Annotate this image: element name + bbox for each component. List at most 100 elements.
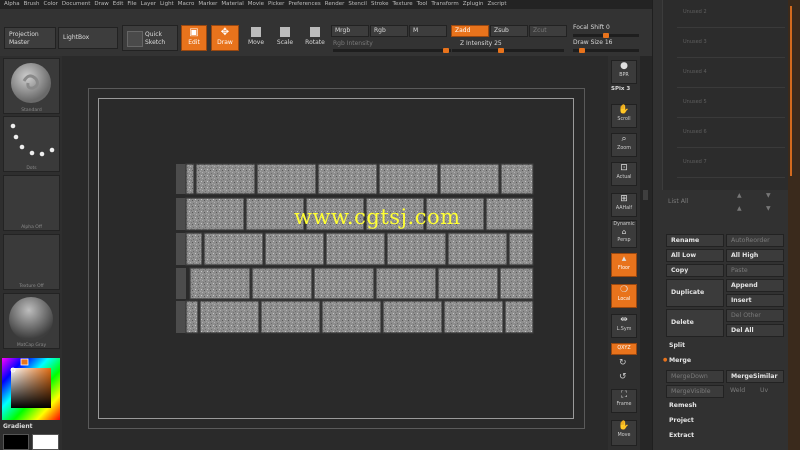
material-thumbnail[interactable]: MatCap Gray bbox=[3, 293, 60, 349]
split-menu[interactable]: Split bbox=[669, 342, 685, 349]
alpha-thumbnail[interactable]: Alpha Off bbox=[3, 175, 60, 231]
zoom-button[interactable]: ⌕ Zoom bbox=[611, 133, 637, 157]
menu-item[interactable]: Document bbox=[62, 0, 91, 9]
brick-wall-model[interactable] bbox=[176, 162, 534, 334]
append-button[interactable]: Append bbox=[726, 279, 784, 292]
list-all-button[interactable]: List All bbox=[668, 198, 688, 205]
persp-button[interactable]: Dynamic ⌂ Persp bbox=[611, 220, 637, 248]
menu-item[interactable]: Picker bbox=[268, 0, 284, 9]
rgb-intensity-slider[interactable]: Rgb Intensity bbox=[333, 40, 451, 53]
local-button[interactable]: ❍ Local bbox=[611, 284, 637, 308]
menu-item[interactable]: Transform bbox=[431, 0, 458, 9]
rotate-button[interactable]: Rotate bbox=[304, 27, 326, 46]
all-low-button[interactable]: All Low bbox=[666, 249, 724, 262]
mrgb-button[interactable]: Mrgb bbox=[331, 25, 369, 37]
actual-button[interactable]: ⊡ Actual bbox=[611, 162, 637, 186]
menu-item[interactable]: Stroke bbox=[371, 0, 389, 9]
merge-similar-button[interactable]: MergeSimilar bbox=[726, 370, 784, 383]
insert-button[interactable]: Insert bbox=[726, 294, 784, 307]
rotate-y-icon[interactable]: ↻ bbox=[619, 358, 627, 368]
floor-button[interactable]: ▴ Floor bbox=[611, 253, 637, 277]
quick-sketch-button[interactable]: Quick Sketch bbox=[122, 25, 178, 51]
aahalf-button[interactable]: ⊞ AAHalf bbox=[611, 193, 637, 217]
subtool-scroll-strip[interactable] bbox=[788, 0, 800, 450]
projection-master-button[interactable]: Projection Master bbox=[4, 27, 56, 49]
copy-button[interactable]: Copy bbox=[666, 264, 724, 277]
menu-item[interactable]: Brush bbox=[24, 0, 40, 9]
merge-menu[interactable]: Merge bbox=[669, 357, 691, 364]
zsub-button[interactable]: Zsub bbox=[490, 25, 528, 37]
draw-size-slider[interactable]: Draw Size 16 bbox=[573, 39, 639, 53]
del-other-button[interactable]: Del Other bbox=[726, 309, 784, 322]
rotate-z-icon[interactable]: ↺ bbox=[619, 372, 627, 382]
project-menu[interactable]: Project bbox=[669, 417, 694, 424]
spix-slider[interactable]: SPix 3 bbox=[611, 86, 630, 92]
remesh-menu[interactable]: Remesh bbox=[669, 402, 697, 409]
subtool-move-down-icon[interactable]: ▼ bbox=[766, 192, 771, 199]
all-high-button[interactable]: All High bbox=[726, 249, 784, 262]
merge-visible-button[interactable]: MergeVisible bbox=[666, 385, 724, 398]
stroke-thumbnail[interactable]: Dots bbox=[3, 116, 60, 172]
rename-button[interactable]: Rename bbox=[666, 234, 724, 247]
subtool-slot[interactable]: Unused 4 bbox=[677, 60, 785, 88]
menu-item[interactable]: Material bbox=[221, 0, 243, 9]
menu-item[interactable]: Edit bbox=[113, 0, 124, 9]
qxyz-button[interactable]: QXYZ bbox=[611, 343, 637, 355]
menu-item[interactable]: Macro bbox=[178, 0, 195, 9]
z-intensity-slider[interactable]: Z Intensity 25 bbox=[452, 40, 568, 53]
merge-down-button[interactable]: MergeDown bbox=[666, 370, 724, 383]
edit-button[interactable]: ▣ Edit bbox=[181, 25, 207, 51]
lsym-button[interactable]: ⇹ L.Sym bbox=[611, 314, 637, 338]
weld-toggle[interactable]: Weld bbox=[730, 387, 745, 394]
scrollbar-thumb[interactable] bbox=[643, 190, 648, 200]
menu-item[interactable]: Marker bbox=[198, 0, 217, 9]
bpr-button[interactable]: ● BPR bbox=[611, 60, 637, 84]
uv-toggle[interactable]: Uv bbox=[760, 387, 768, 394]
rgb-button[interactable]: Rgb bbox=[370, 25, 408, 37]
menu-item[interactable]: File bbox=[127, 0, 136, 9]
menu-item[interactable]: Color bbox=[44, 0, 58, 9]
menu-item[interactable]: Zplugin bbox=[463, 0, 484, 9]
zcut-button[interactable]: Zcut bbox=[529, 25, 567, 37]
menu-item[interactable]: Layer bbox=[141, 0, 156, 9]
subtool-slot[interactable]: Unused 6 bbox=[677, 120, 785, 148]
vertical-scrollbar[interactable] bbox=[640, 56, 652, 450]
menu-item[interactable]: Draw bbox=[94, 0, 108, 9]
scroll-button[interactable]: ✋ Scroll bbox=[611, 104, 637, 128]
zadd-button[interactable]: Zadd bbox=[451, 25, 489, 37]
color-picker[interactable] bbox=[2, 358, 60, 420]
menu-item[interactable]: Zscript bbox=[487, 0, 506, 9]
subtool-arrow-down-icon[interactable]: ▼ bbox=[766, 205, 771, 212]
draw-button[interactable]: ✥ Draw bbox=[211, 25, 239, 51]
move-button[interactable]: Move bbox=[245, 27, 267, 46]
focal-shift-slider[interactable]: Focal Shift 0 bbox=[573, 24, 639, 38]
subtool-arrow-up-icon[interactable]: ▲ bbox=[737, 205, 742, 212]
subtool-move-up-icon[interactable]: ▲ bbox=[737, 192, 742, 199]
menu-item[interactable]: Texture bbox=[393, 0, 413, 9]
texture-thumbnail[interactable]: Texture Off bbox=[3, 234, 60, 290]
menu-item[interactable]: Preferences bbox=[288, 0, 320, 9]
subtool-slot[interactable]: Unused 7 bbox=[677, 150, 785, 178]
move-view-button[interactable]: ✋ Move bbox=[611, 420, 637, 446]
scale-button[interactable]: Scale bbox=[274, 27, 296, 46]
menu-item[interactable]: Tool bbox=[417, 0, 428, 9]
lightbox-button[interactable]: LightBox bbox=[58, 27, 118, 49]
subtool-slot[interactable]: Unused 2 bbox=[677, 0, 785, 28]
duplicate-button[interactable]: Duplicate bbox=[666, 279, 724, 307]
main-color-swatch[interactable] bbox=[3, 434, 29, 450]
menu-item[interactable]: Light bbox=[160, 0, 174, 9]
menu-item[interactable]: Stencil bbox=[348, 0, 367, 9]
brush-thumbnail[interactable]: Standard bbox=[3, 58, 60, 114]
del-all-button[interactable]: Del All bbox=[726, 324, 784, 337]
menu-item[interactable]: Render bbox=[325, 0, 345, 9]
secondary-color-swatch[interactable] bbox=[32, 434, 59, 450]
menu-item[interactable]: Alpha bbox=[4, 0, 20, 9]
subtool-scroll-thumb[interactable] bbox=[790, 6, 792, 176]
extract-menu[interactable]: Extract bbox=[669, 432, 694, 439]
autoreorder-button[interactable]: AutoReorder bbox=[726, 234, 784, 247]
menu-item[interactable]: Movie bbox=[248, 0, 264, 9]
delete-button[interactable]: Delete bbox=[666, 309, 724, 337]
subtool-slot[interactable]: Unused 3 bbox=[677, 30, 785, 58]
paste-button[interactable]: Paste bbox=[726, 264, 784, 277]
m-button[interactable]: M bbox=[409, 25, 447, 37]
